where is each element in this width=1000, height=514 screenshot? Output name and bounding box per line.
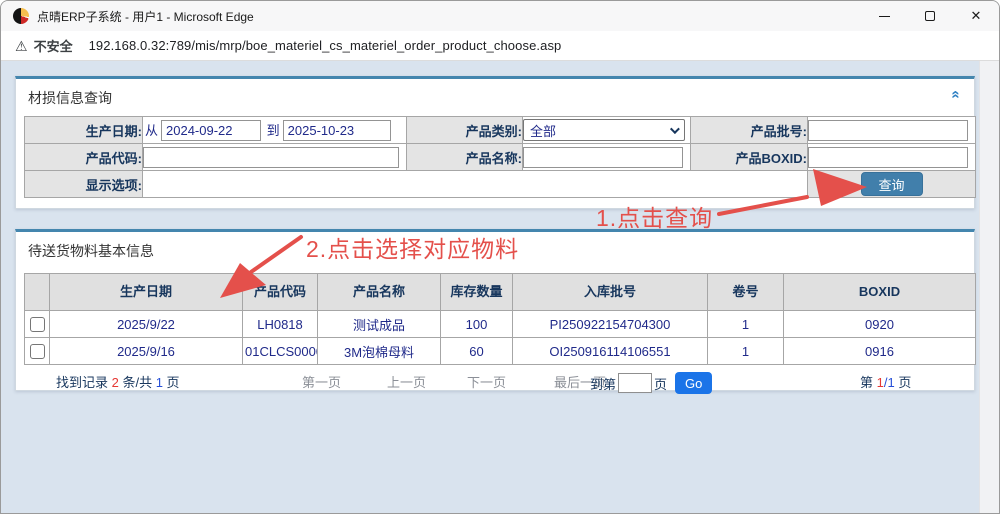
app-logo-icon [13, 8, 29, 24]
address-bar[interactable]: ⚠ 不安全 192.168.0.32:789/mis/mrp/boe_mater… [1, 31, 999, 61]
from-label: 从 [145, 123, 158, 138]
col-header-date: 生产日期 [50, 274, 243, 311]
product-name-label: 产品名称: [407, 144, 523, 171]
cell-batch: OI250916114106551 [513, 338, 708, 365]
cell-boxid: 0920 [784, 311, 976, 338]
page-count: 1 [156, 375, 163, 390]
current-page: 1 [877, 375, 884, 390]
cell-boxid: 0916 [784, 338, 976, 365]
query-panel: 材损信息查询 « 生产日期: 从 到 产品类别: 全部 [15, 76, 975, 209]
chevron-down-icon [670, 124, 680, 134]
cell-batch: PI250922154704300 [513, 311, 708, 338]
display-option-label: 显示选项: [25, 171, 143, 198]
production-date-label: 生产日期: [25, 117, 143, 144]
cell-code: 01CLCS0000 [243, 338, 318, 365]
cell-code: LH0818 [243, 311, 318, 338]
product-batch-label: 产品批号: [691, 117, 808, 144]
first-page-link[interactable]: 第一页 [302, 372, 341, 391]
col-header-batch: 入库批号 [513, 274, 708, 311]
cell-date: 2025/9/16 [50, 338, 243, 365]
date-to-input[interactable] [283, 120, 391, 141]
maximize-icon [925, 11, 935, 21]
product-boxid-input[interactable] [808, 147, 968, 168]
goto-page-control: 到第 页 Go [590, 372, 712, 394]
url-text: 192.168.0.32:789/mis/mrp/boe_materiel_cs… [89, 38, 562, 53]
table-row[interactable]: 2025/9/16 01CLCS0000 3M泡棉母料 60 OI2509161… [25, 338, 976, 365]
goto-suffix: 页 [654, 374, 667, 393]
collapse-chevron-icon[interactable]: « [948, 90, 963, 98]
checkbox-column-header [25, 274, 50, 311]
prev-page-link[interactable]: 上一页 [387, 372, 426, 391]
row-checkbox[interactable] [30, 317, 45, 332]
query-form: 生产日期: 从 到 产品类别: 全部 产品批号: [24, 116, 976, 198]
go-button[interactable]: Go [675, 372, 712, 394]
product-boxid-label: 产品BOXID: [691, 144, 808, 171]
goto-page-input[interactable] [618, 373, 652, 393]
cell-name: 3M泡棉母料 [318, 338, 441, 365]
cell-date: 2025/9/22 [50, 311, 243, 338]
query-panel-title: 材损信息查询 [16, 79, 974, 116]
minimize-button[interactable] [861, 1, 907, 31]
security-label: 不安全 [34, 36, 73, 55]
close-icon: ✕ [971, 8, 982, 24]
record-count: 2 [112, 375, 119, 390]
col-header-boxid: BOXID [784, 274, 976, 311]
cell-roll: 1 [708, 338, 784, 365]
table-row[interactable]: 2025/9/22 LH0818 测试成品 100 PI250922154704… [25, 311, 976, 338]
search-button[interactable]: 查询 [861, 172, 923, 196]
minimize-icon [879, 16, 890, 17]
scrollbar-track[interactable] [979, 61, 999, 514]
maximize-button[interactable] [907, 1, 953, 31]
next-page-link[interactable]: 下一页 [467, 372, 506, 391]
date-from-input[interactable] [161, 120, 261, 141]
browser-window: 点晴ERP子系统 - 用户1 - Microsoft Edge ✕ ⚠ 不安全 … [0, 0, 1000, 514]
product-name-input[interactable] [523, 147, 683, 168]
page-content: 材损信息查询 « 生产日期: 从 到 产品类别: 全部 [1, 61, 999, 514]
title-bar: 点晴ERP子系统 - 用户1 - Microsoft Edge ✕ [1, 1, 999, 31]
annotation-step1: 1.点击查询 [596, 199, 713, 233]
product-category-label: 产品类别: [407, 117, 523, 144]
cell-qty: 60 [441, 338, 513, 365]
total-pages: /1 [884, 375, 895, 390]
col-header-qty: 库存数量 [441, 274, 513, 311]
warning-icon: ⚠ [15, 39, 28, 53]
materials-table: 生产日期 产品代码 产品名称 库存数量 入库批号 卷号 BOXID 2025/9… [24, 273, 976, 365]
annotation-step2: 2.点击选择对应物料 [306, 230, 519, 264]
goto-prefix: 到第 [590, 374, 616, 393]
col-header-code: 产品代码 [243, 274, 318, 311]
cell-name: 测试成品 [318, 311, 441, 338]
close-button[interactable]: ✕ [953, 1, 999, 31]
cell-qty: 100 [441, 311, 513, 338]
row-checkbox[interactable] [30, 344, 45, 359]
cell-roll: 1 [708, 311, 784, 338]
col-header-name: 产品名称 [318, 274, 441, 311]
product-code-input[interactable] [143, 147, 399, 168]
product-category-select[interactable]: 全部 [523, 119, 685, 141]
product-code-label: 产品代码: [25, 144, 143, 171]
to-label: 到 [267, 123, 280, 138]
col-header-roll: 卷号 [708, 274, 784, 311]
product-batch-input[interactable] [808, 120, 968, 141]
window-title: 点晴ERP子系统 - 用户1 - Microsoft Edge [37, 8, 254, 25]
product-category-value: 全部 [530, 121, 556, 140]
display-option-area [143, 171, 808, 198]
pagination-bar: 找到记录 2 条/共 1 页 第一页 上一页 下一页 最后一页 到第 页 Go … [16, 365, 974, 395]
table-header-row: 生产日期 产品代码 产品名称 库存数量 入库批号 卷号 BOXID [25, 274, 976, 311]
page-indicator: 第 1/1 页 [860, 372, 911, 391]
record-summary: 找到记录 2 条/共 1 页 [56, 372, 180, 391]
